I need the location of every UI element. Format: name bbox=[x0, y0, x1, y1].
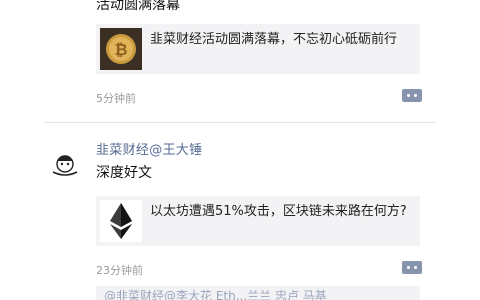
post-author[interactable]: 韭菜财经@王大锤 bbox=[96, 139, 202, 158]
post-timestamp: 23分钟前 bbox=[96, 264, 143, 277]
comment-more-button[interactable] bbox=[402, 261, 422, 274]
ethereum-logo-icon bbox=[100, 200, 142, 242]
comment-more-button[interactable] bbox=[402, 89, 422, 102]
shared-article-title: 以太坊遭遇51%攻击，区块链未来路在何方? bbox=[150, 204, 407, 219]
moment-divider bbox=[44, 122, 436, 123]
post-timestamp: 5分钟前 bbox=[96, 92, 136, 105]
moments-feed: 活动圆满落幕 ₿ 韭菜财经活动圆满落幕，不忘初心砥砺前行 5分钟前 韭菜财经@王… bbox=[44, 0, 436, 300]
comment-preview[interactable]: @韭菜财经@李大花 Eth...兰兰 忠卢 马基 bbox=[96, 286, 420, 300]
shared-article-card[interactable]: ₿ 韭菜财经活动圆满落幕，不忘初心砥砺前行 bbox=[96, 24, 420, 74]
bitcoin-coin-icon: ₿ bbox=[100, 28, 142, 70]
post-text: 深度好文 bbox=[96, 165, 152, 181]
shared-article-title: 韭菜财经活动圆满落幕，不忘初心砥砺前行 bbox=[150, 32, 398, 47]
post-text: 活动圆满落幕 bbox=[96, 0, 180, 13]
svg-text:₿: ₿ bbox=[114, 40, 127, 59]
avatar[interactable] bbox=[48, 148, 82, 182]
shared-article-card[interactable]: 以太坊遭遇51%攻击，区块链未来路在何方? bbox=[96, 196, 420, 246]
